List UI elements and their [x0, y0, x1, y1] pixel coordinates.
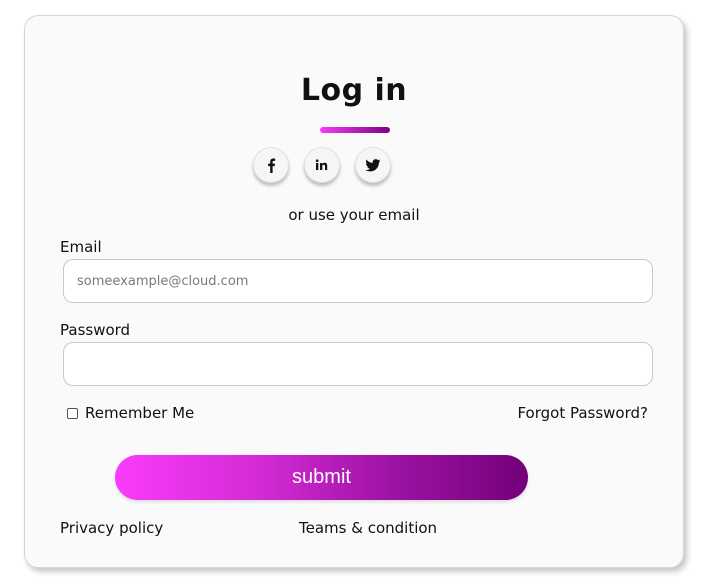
alt-login-text: or use your email [288, 206, 420, 224]
remember-checkbox[interactable] [67, 407, 78, 419]
remember-label: Remember Me [85, 404, 195, 422]
linkedin-button[interactable] [304, 147, 340, 183]
twitter-icon [365, 158, 381, 172]
terms-link[interactable]: Teams & condition [299, 519, 437, 537]
email-field[interactable] [63, 259, 653, 303]
title-underline [320, 127, 390, 133]
page-title: Log in [300, 73, 408, 108]
submit-button[interactable]: submit [115, 455, 528, 500]
privacy-policy-link[interactable]: Privacy policy [60, 519, 163, 537]
password-field[interactable] [63, 342, 653, 386]
remember-me[interactable]: Remember Me [67, 404, 194, 422]
twitter-button[interactable] [355, 147, 391, 183]
facebook-icon [264, 157, 278, 173]
password-label: Password [60, 321, 131, 339]
facebook-button[interactable] [253, 147, 289, 183]
forgot-password-link[interactable]: Forgot Password? [517, 404, 648, 422]
login-card: Log in or use your email Email Password [24, 15, 684, 568]
email-label: Email [60, 238, 102, 256]
linkedin-icon [315, 159, 329, 171]
